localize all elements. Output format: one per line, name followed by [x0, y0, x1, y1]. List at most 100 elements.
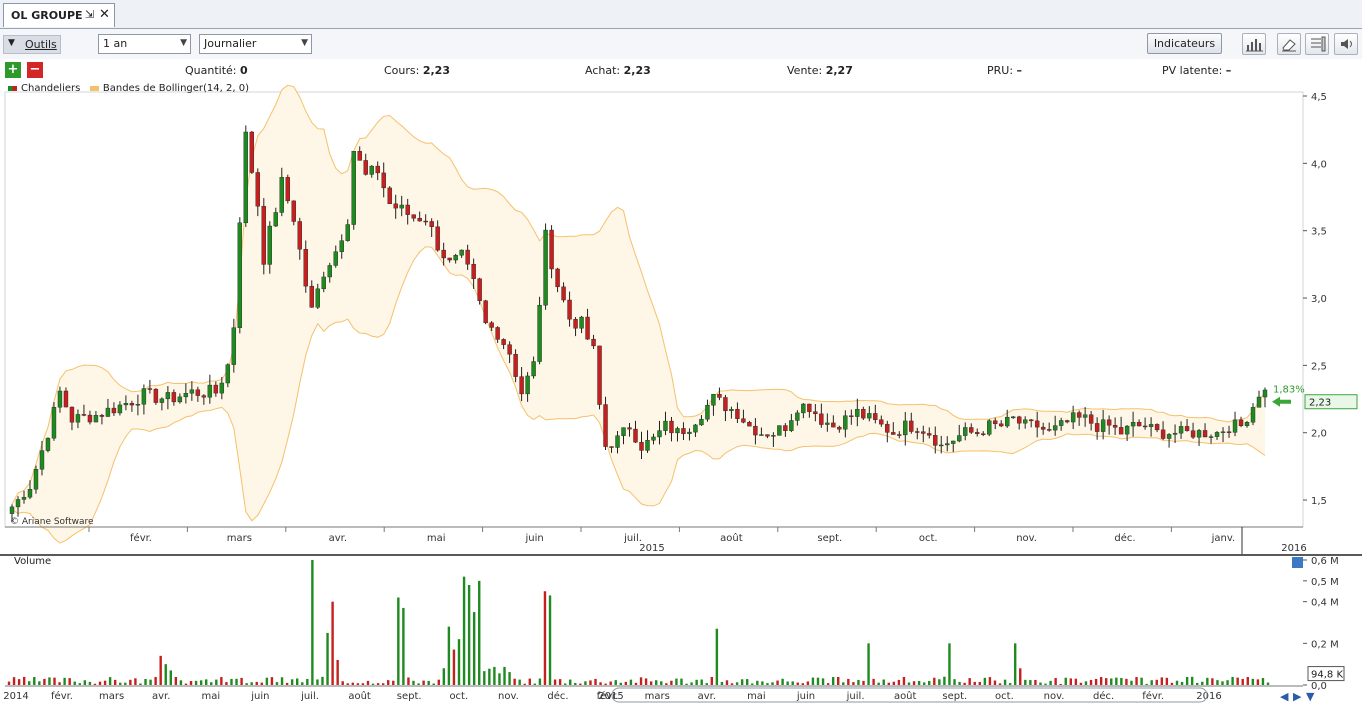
candle-body	[435, 226, 440, 251]
candle-body	[1052, 425, 1058, 431]
candle-body	[1028, 419, 1034, 422]
volume-bar	[993, 680, 997, 685]
volume-tick-label: 0,2 M	[1311, 639, 1339, 650]
candle-body	[801, 403, 806, 414]
sound-button[interactable]	[1334, 33, 1358, 55]
add-button[interactable]: +	[5, 62, 21, 78]
volume-bar	[1256, 679, 1260, 685]
period-select[interactable]: 1 an ▼	[98, 34, 191, 54]
candle-body	[1076, 412, 1082, 418]
volume-bar	[806, 681, 810, 685]
ask-label: Vente:	[787, 64, 823, 77]
candle-body	[1142, 425, 1148, 428]
candle-body	[567, 299, 572, 320]
candle-body	[1136, 422, 1142, 427]
volume-bar	[1024, 679, 1027, 685]
remove-button[interactable]: −	[27, 62, 43, 78]
volume-bar	[149, 679, 152, 685]
volume-bar	[973, 681, 976, 685]
legend-candles: Chandeliers	[21, 83, 81, 94]
candle-body	[543, 229, 548, 306]
layout-button[interactable]	[1305, 33, 1329, 55]
candle-body	[363, 160, 368, 175]
price-tick-label: 3,0	[1311, 294, 1327, 305]
volume-bar	[22, 676, 26, 685]
volume-bar	[1236, 677, 1239, 685]
volume-bar	[447, 626, 451, 685]
candle-body	[87, 414, 93, 423]
volume-bar	[695, 679, 698, 685]
candle-body	[549, 229, 554, 270]
year-label: 2015	[639, 543, 664, 554]
volume-bar	[811, 677, 815, 685]
candle-body	[471, 263, 476, 279]
month-label: févr.	[130, 532, 152, 544]
candle-body	[807, 403, 812, 412]
candle-body	[1262, 389, 1268, 398]
candle-body	[669, 420, 674, 434]
volume-bar	[781, 678, 784, 685]
histogram-button[interactable]	[1242, 33, 1266, 55]
volume-bar	[204, 679, 208, 685]
candle-body	[687, 431, 692, 434]
volume-bar	[690, 682, 693, 685]
tab-ol-groupe[interactable]: OL GROUPE ⇲ ✕	[3, 3, 115, 27]
candle-body	[681, 428, 686, 434]
volume-bar	[569, 679, 572, 685]
candle-body	[831, 422, 836, 428]
candle-body	[531, 361, 536, 377]
layout-icon	[1311, 36, 1326, 52]
volume-month-label: août	[894, 690, 917, 702]
candle-body	[51, 407, 57, 439]
interval-select[interactable]: Journalier ▼	[199, 34, 312, 54]
volume-tick-label: 0,4 M	[1311, 598, 1339, 609]
chevron-down-icon: ▼	[301, 38, 308, 48]
volume-bar	[518, 679, 521, 685]
volume-bar	[1105, 678, 1108, 685]
candle-body	[411, 214, 416, 219]
volume-bar	[387, 680, 390, 685]
candle-body	[951, 440, 956, 444]
indicators-button[interactable]: Indicateurs	[1147, 33, 1222, 54]
scroll-menu-icon[interactable]: ▼	[1306, 690, 1315, 703]
candle-body	[651, 436, 656, 441]
volume-bar	[397, 597, 400, 685]
volume-bar	[543, 591, 547, 685]
volume-bar	[255, 681, 258, 685]
volume-bar	[285, 682, 289, 685]
volume-bar	[346, 683, 349, 685]
volume-bar	[1044, 683, 1047, 685]
volume-bar	[1013, 643, 1017, 685]
volume-bar	[371, 683, 375, 685]
eraser-button[interactable]	[1277, 33, 1301, 55]
chart-area[interactable]: 4,5 4,0 3,5 3,0 2,5 2,0 1,5 2,23 1,83% févr. mars a…	[0, 82, 1362, 712]
volume-bar	[210, 682, 213, 685]
volume-bar	[958, 681, 961, 685]
volume-bar	[912, 681, 916, 685]
candle-body	[861, 408, 866, 419]
candle-body	[585, 316, 590, 340]
candle-body	[129, 403, 135, 406]
candle-body	[723, 397, 728, 412]
volume-bar	[766, 683, 769, 685]
scroll-left-icon[interactable]: ◀	[1280, 690, 1289, 703]
volume-bar	[634, 682, 638, 685]
candle-body	[171, 392, 177, 403]
volume-bar	[639, 677, 643, 685]
tools-menu-button[interactable]: ▼ Outils	[3, 35, 61, 54]
volume-month-label: mars	[99, 691, 124, 702]
candle-body	[477, 278, 482, 301]
volume-bar	[139, 683, 142, 685]
volume-bar	[1049, 680, 1052, 685]
volume-bar	[38, 681, 41, 685]
pin-icon[interactable]: ⇲	[85, 8, 94, 21]
price-label: Cours:	[384, 64, 420, 77]
scroll-right-icon[interactable]: ▶	[1293, 690, 1302, 703]
candle-body	[273, 212, 278, 227]
volume-bar	[882, 679, 885, 685]
candle-body	[1124, 425, 1130, 435]
candle-body	[915, 431, 920, 433]
volume-month-label: juin	[796, 691, 815, 702]
volume-bar	[1064, 677, 1067, 685]
close-icon[interactable]: ✕	[99, 7, 110, 22]
